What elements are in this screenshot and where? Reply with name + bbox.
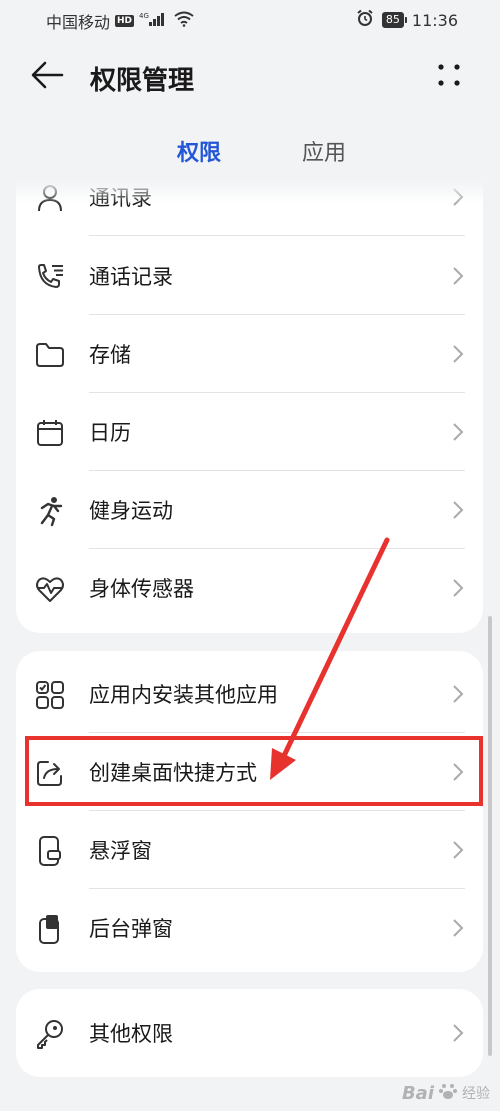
- permissions-group-3: 其他权限: [16, 989, 483, 1077]
- chevron-right-icon: [453, 501, 464, 519]
- watermark: Bai 经验: [402, 1081, 490, 1105]
- paw-icon: [438, 1081, 458, 1105]
- apps-grid-icon: [36, 681, 64, 709]
- chevron-right-icon: [453, 1024, 464, 1042]
- chevron-right-icon: [453, 685, 464, 703]
- list-item-label: 身体传感器: [89, 577, 194, 601]
- annotation-highlight-box: [25, 736, 483, 806]
- background-popup-icon: [39, 915, 59, 944]
- list-item-label: 悬浮窗: [89, 839, 152, 863]
- status-left: 中国移动 HD 4G: [46, 9, 194, 33]
- list-item-label: 其他权限: [89, 1022, 173, 1046]
- more-dots-icon: [438, 64, 460, 86]
- status-right: 85 11:36: [356, 9, 458, 31]
- watermark-suffix: 经验: [462, 1086, 490, 1102]
- list-item-call-log[interactable]: 通话记录: [16, 237, 483, 315]
- chevron-right-icon: [453, 919, 464, 937]
- key-icon: [37, 1020, 63, 1049]
- chevron-right-icon: [453, 579, 464, 597]
- permissions-group-2: 应用内安装其他应用 创建桌面快捷方式 悬浮窗 后台弹窗: [16, 651, 483, 972]
- page-title: 权限管理: [90, 66, 195, 96]
- clock-label: 11:36: [411, 10, 458, 30]
- tab-permissions[interactable]: 权限: [177, 135, 221, 167]
- list-item-label: 后台弹窗: [89, 917, 173, 941]
- wifi-icon: [174, 11, 194, 31]
- floating-window-icon: [39, 836, 61, 866]
- running-icon: [40, 497, 63, 527]
- permissions-group-1: 通讯录 通话记录 存储 日历 健身运动: [16, 170, 483, 633]
- call-log-icon: [38, 264, 63, 288]
- network-type: 4G: [139, 12, 149, 20]
- list-item-fitness[interactable]: 健身运动: [16, 471, 483, 549]
- list-item-body-sensors[interactable]: 身体传感器: [16, 549, 483, 627]
- list-item-other-permissions[interactable]: 其他权限: [16, 994, 483, 1072]
- back-arrow-icon: [31, 61, 64, 89]
- list-item-storage[interactable]: 存储: [16, 315, 483, 393]
- list-item-floating-window[interactable]: 悬浮窗: [16, 811, 483, 889]
- folder-icon: [36, 343, 64, 367]
- divider: [89, 235, 465, 236]
- scroll-fade: [16, 170, 483, 204]
- status-bar: 中国移动 HD 4G 85 11:36: [0, 0, 500, 38]
- top-app-bar: 权限管理: [0, 50, 500, 106]
- list-item-label: 存储: [89, 343, 131, 367]
- chevron-right-icon: [453, 841, 464, 859]
- tab-apps[interactable]: 应用: [302, 135, 346, 167]
- more-options-button[interactable]: [436, 62, 466, 92]
- heart-rate-icon: [36, 577, 64, 602]
- signal-icon: 4G: [139, 11, 169, 31]
- list-item-install-apps[interactable]: 应用内安装其他应用: [16, 655, 483, 733]
- alarm-icon: [356, 9, 374, 31]
- chevron-right-icon: [453, 267, 464, 285]
- watermark-logo: Bai: [401, 1082, 434, 1104]
- battery-indicator: 85: [381, 12, 407, 28]
- list-item-label: 日历: [89, 421, 131, 445]
- scrollbar[interactable]: [488, 616, 492, 1056]
- carrier-label: 中国移动: [46, 13, 111, 32]
- list-item-background-popup[interactable]: 后台弹窗: [16, 889, 483, 967]
- back-button[interactable]: [30, 60, 70, 96]
- list-item-label: 应用内安装其他应用: [89, 683, 278, 707]
- calendar-icon: [37, 420, 63, 446]
- chevron-right-icon: [453, 345, 464, 363]
- list-item-label: 通话记录: [89, 265, 173, 289]
- chevron-right-icon: [453, 423, 464, 441]
- hd-badge: HD: [115, 15, 135, 27]
- list-item-calendar[interactable]: 日历: [16, 393, 483, 471]
- list-item-label: 健身运动: [89, 499, 173, 523]
